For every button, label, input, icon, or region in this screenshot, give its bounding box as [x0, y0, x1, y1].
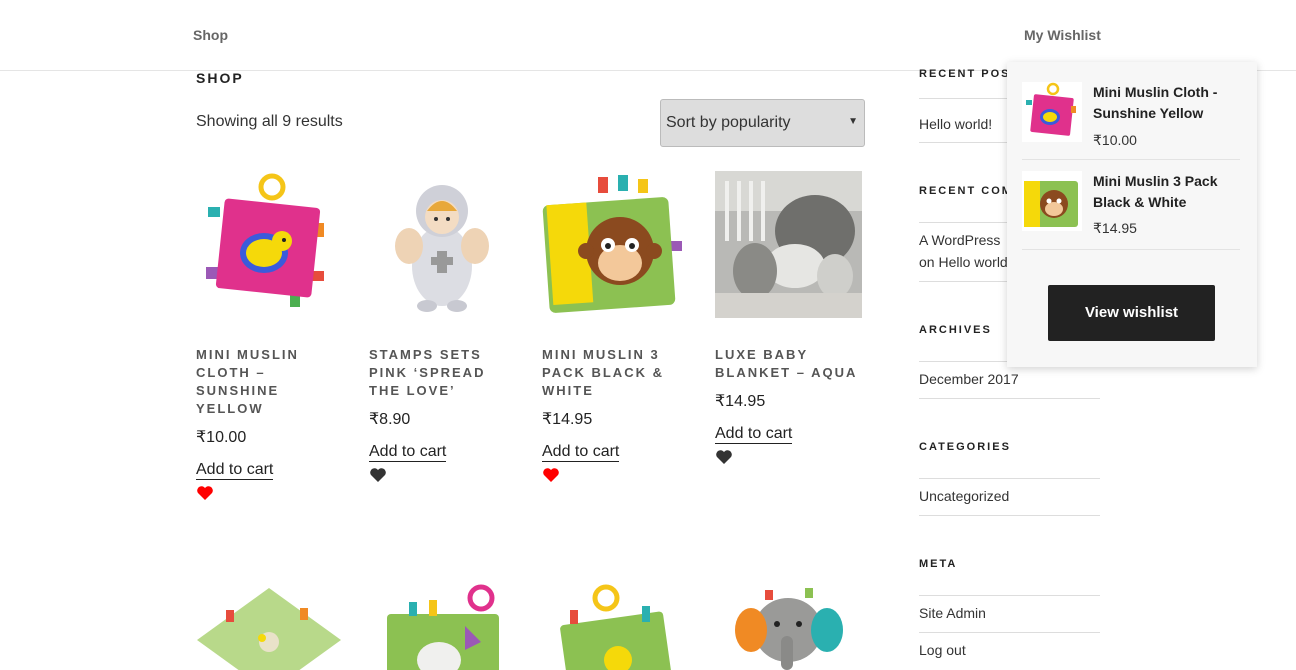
wishlist-dropdown: Mini Muslin Cloth - Sunshine Yellow ₹10.… [1007, 62, 1257, 367]
product-price: ₹8.90 [369, 411, 411, 428]
divider [1022, 159, 1240, 160]
top-navigation: Shop My Wishlist [0, 0, 1296, 71]
divider [1022, 249, 1240, 250]
view-wishlist-button[interactable]: View wishlist [1048, 285, 1215, 341]
meta-site-admin-link[interactable]: Site Admin [919, 602, 986, 624]
caret-down-icon: ▼ [848, 116, 858, 127]
wishlist-heart-icon[interactable] [715, 449, 733, 465]
nav-wishlist-link[interactable]: My Wishlist [1024, 27, 1101, 43]
categories-title: CATEGORIES [919, 441, 1011, 453]
recent-post-link[interactable]: Hello world! [919, 113, 992, 135]
blanket-tag-toy-icon[interactable] [196, 580, 343, 670]
angel-plush-icon[interactable] [369, 171, 516, 318]
add-to-cart-button[interactable]: Add to cart [542, 443, 620, 462]
sort-selected-value: Sort by popularity [666, 114, 791, 131]
add-to-cart-button[interactable]: Add to cart [196, 461, 274, 480]
product-title[interactable]: Luxe Baby Blanket – Aqua [715, 346, 862, 382]
owl-tag-toy-icon[interactable] [369, 580, 516, 670]
product-title[interactable]: Mini Muslin 3 Pack Black & White [542, 346, 689, 400]
product-title[interactable]: Mini Muslin Cloth – Sunshine Yellow [196, 346, 343, 418]
archive-link[interactable]: December 2017 [919, 368, 1019, 390]
add-to-cart-button[interactable]: Add to cart [715, 425, 793, 444]
wishlist-item-name[interactable]: Mini Muslin 3 Pack Black & White [1093, 171, 1233, 213]
wishlist-heart-icon[interactable] [196, 485, 214, 501]
monkey-book-icon[interactable] [542, 171, 689, 318]
divider [919, 515, 1100, 516]
result-count: Showing all 9 results [196, 113, 343, 130]
nav-shop-link[interactable]: Shop [193, 27, 228, 43]
recent-comments-title: RECENT COM [919, 185, 1013, 197]
crinkle-tag-toy-pink-icon[interactable] [196, 171, 343, 318]
meta-log-out-link[interactable]: Log out [919, 639, 966, 661]
nursery-photo-icon[interactable] [715, 171, 862, 318]
comment-author[interactable]: A WordPress [919, 229, 1000, 251]
elephant-plush-icon[interactable] [715, 580, 862, 670]
wishlist-item-price: ₹10.00 [1093, 132, 1137, 148]
wishlist-item-name[interactable]: Mini Muslin Cloth - Sunshine Yellow [1093, 82, 1233, 124]
product-card: Mini Muslin Cloth – Sunshine Yellow ₹10.… [196, 171, 343, 501]
wishlist-item-price: ₹14.95 [1093, 220, 1137, 236]
divider [919, 478, 1100, 479]
category-link[interactable]: Uncategorized [919, 485, 1009, 507]
crinkle-tag-toy-pink-icon[interactable] [1022, 82, 1082, 142]
monkey-book-icon[interactable] [1022, 171, 1082, 231]
product-card: Luxe Baby Blanket – Aqua ₹14.95 Add to c… [715, 171, 862, 465]
product-card: Stamps Sets Pink ‘Spread the Love’ ₹8.90… [369, 171, 516, 483]
divider [919, 595, 1100, 596]
meta-title: META [919, 558, 958, 570]
product-price: ₹14.95 [715, 393, 766, 410]
recent-posts-title: RECENT POS [919, 68, 1011, 80]
wishlist-heart-icon[interactable] [542, 467, 560, 483]
product-price: ₹14.95 [542, 411, 593, 428]
wishlist-heart-icon[interactable] [369, 467, 387, 483]
sort-select[interactable]: Sort by popularity ▼ [660, 99, 865, 147]
product-card: Mini Muslin 3 Pack Black & White ₹14.95 … [542, 171, 689, 483]
add-to-cart-button[interactable]: Add to cart [369, 443, 447, 462]
wishlist-item[interactable]: Mini Muslin 3 Pack Black & White ₹14.95 [1022, 171, 1240, 236]
wishlist-item[interactable]: Mini Muslin Cloth - Sunshine Yellow ₹10.… [1022, 82, 1240, 148]
product-title[interactable]: Stamps Sets Pink ‘Spread the Love’ [369, 346, 516, 400]
archives-title: ARCHIVES [919, 324, 992, 336]
divider [919, 398, 1100, 399]
page-title: SHOP [196, 70, 244, 86]
comment-post-link[interactable]: on Hello world [919, 251, 1008, 273]
product-price: ₹10.00 [196, 429, 247, 446]
divider [919, 632, 1100, 633]
sun-tag-toy-icon[interactable] [542, 580, 689, 670]
